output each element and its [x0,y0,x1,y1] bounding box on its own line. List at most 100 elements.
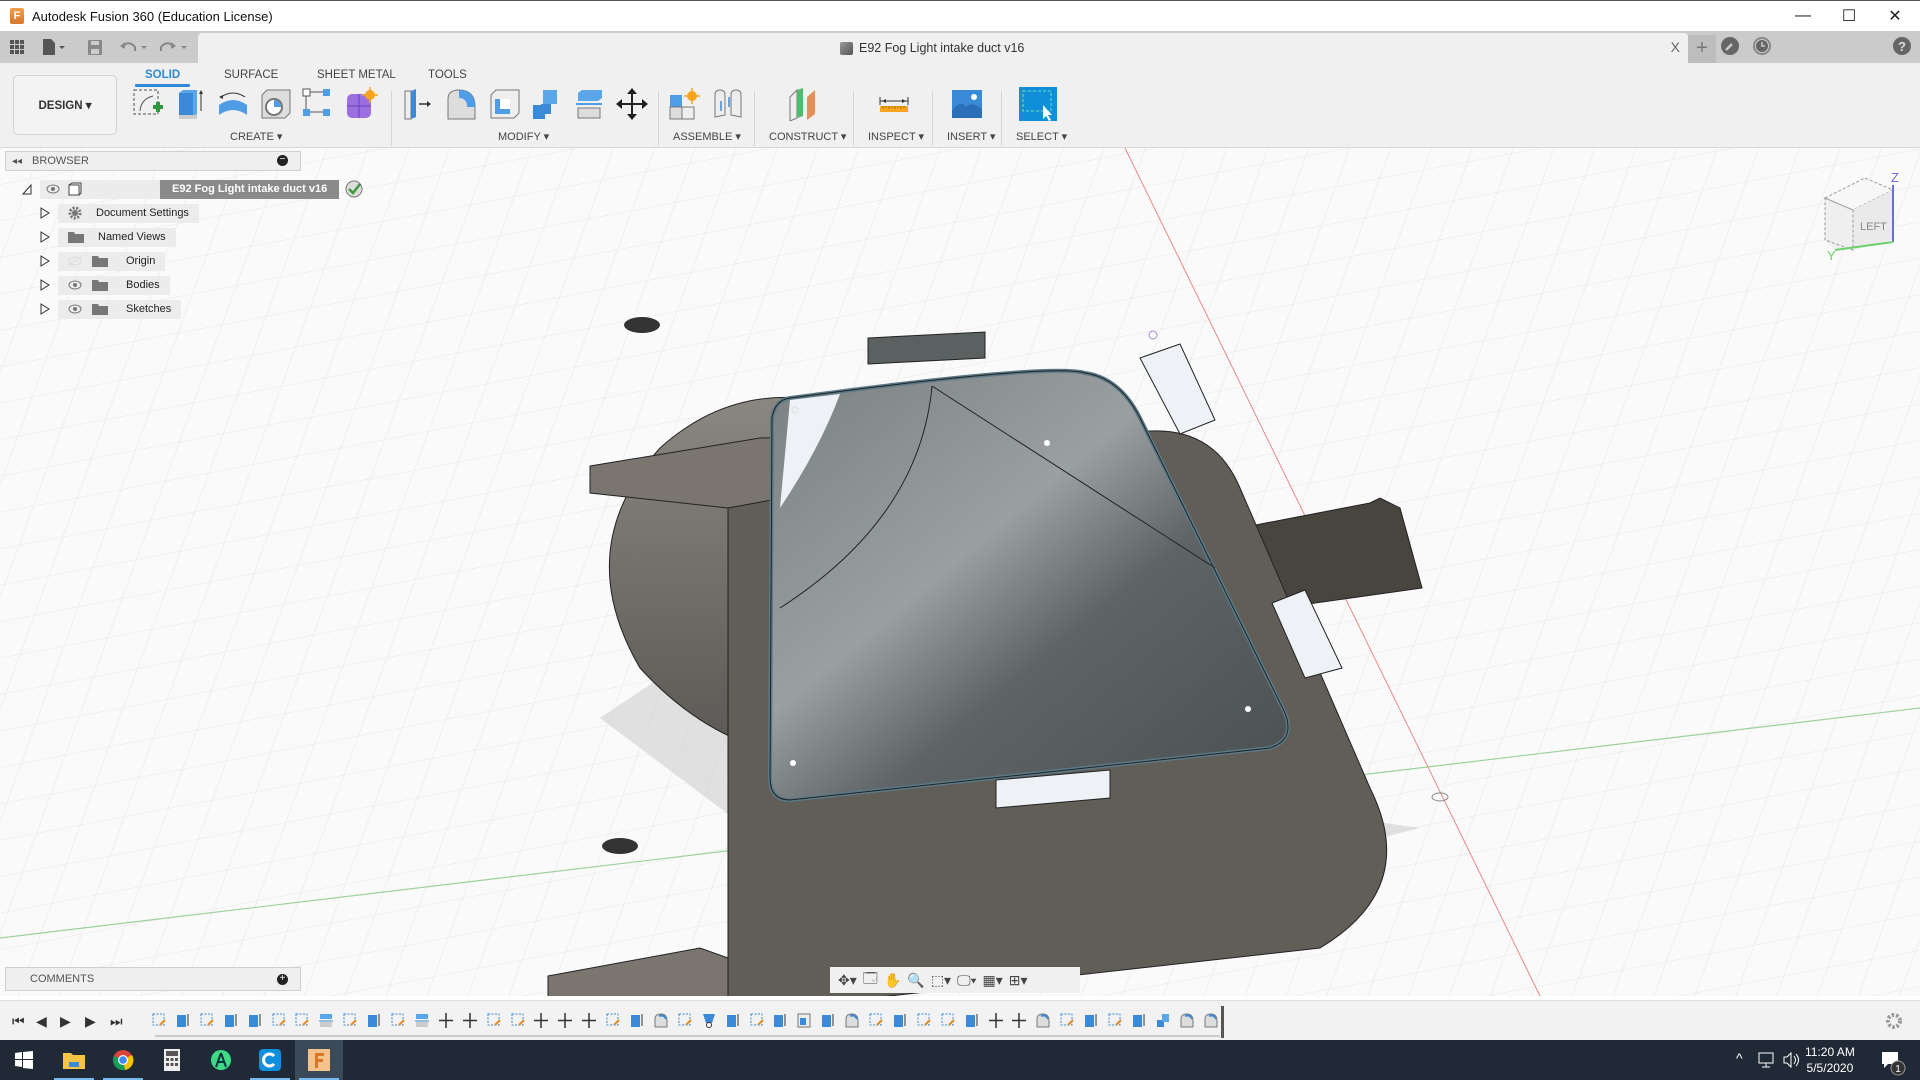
hole-icon[interactable] [259,87,293,121]
eye-icon[interactable] [68,304,82,314]
press-pull-icon[interactable] [402,87,436,121]
tab-surface[interactable]: SURFACE [224,69,278,81]
create-form-icon[interactable] [344,87,378,121]
taskbar-android-studio[interactable] [197,1040,245,1080]
timeline-feature-sketch-icon[interactable] [1060,1013,1074,1028]
insert-image-icon[interactable] [950,87,984,121]
timeline-feature-extrude-icon[interactable] [1084,1013,1098,1028]
measure-icon[interactable] [877,87,911,121]
timeline-feature-sketch-icon[interactable] [152,1013,166,1028]
zoom-icon[interactable]: 🔍 [907,972,924,989]
viewports-icon[interactable]: ⊞▾ [1009,972,1028,989]
timeline-feature-extrude-icon[interactable] [1132,1013,1146,1028]
expand-triangle-icon[interactable] [40,231,50,243]
timeline-play-button[interactable]: ▶ [60,1013,71,1030]
browser-root[interactable]: E92 Fog Light intake duct v16 [22,179,363,199]
offset-plane-icon[interactable] [787,87,821,121]
timeline-feature-extrude-icon[interactable] [821,1013,835,1028]
workspace-switcher[interactable]: DESIGN ▾ [13,75,117,135]
expand-triangle-icon[interactable] [40,255,50,267]
timeline-feature-extrude-icon[interactable] [893,1013,907,1028]
timeline-feature-move-icon[interactable] [582,1013,597,1028]
eye-icon[interactable] [68,280,82,290]
assemble-menu[interactable]: ASSEMBLE ▾ [673,130,741,143]
timeline-feature-sketch-icon[interactable] [869,1013,883,1028]
add-comment-icon[interactable]: + [277,974,288,985]
pan-hand-icon[interactable]: ✋ [884,972,901,989]
sketch-point[interactable] [790,760,796,766]
timeline-feature-extrude-icon[interactable] [248,1013,262,1028]
revolve-icon[interactable] [216,87,250,121]
browser-item-named-views[interactable]: Named Views [40,227,176,247]
expand-triangle-icon[interactable] [40,207,50,219]
new-component-icon[interactable] [668,87,702,121]
notifications-icon[interactable]: 1 [1880,1050,1906,1076]
taskbar-chrome[interactable] [99,1040,147,1080]
timeline-next-button[interactable]: ▶ [85,1013,96,1030]
new-tab-button[interactable]: + [1688,35,1716,63]
timeline-settings-gear-icon[interactable] [1885,1012,1903,1030]
eye-hidden-icon[interactable] [68,256,82,266]
timeline-feature-fillet-icon[interactable] [654,1013,668,1028]
tab-tools[interactable]: TOOLS [428,69,467,81]
timeline-first-button[interactable]: ⏮ [12,1013,25,1030]
timeline-feature-shell-icon[interactable] [797,1013,811,1028]
model-scene[interactable] [0,148,1920,996]
collapse-browser-icon[interactable]: ◂◂ [12,156,22,167]
taskbar-calculator[interactable] [148,1040,196,1080]
create-menu[interactable]: CREATE ▾ [230,130,282,143]
canvas-viewport[interactable] [0,148,1920,996]
browser-item-origin[interactable]: Origin [40,251,166,271]
volume-icon[interactable] [1783,1052,1801,1068]
fillet-icon[interactable] [445,87,479,121]
network-icon[interactable] [1758,1052,1776,1068]
system-clock[interactable]: 11:20 AM 5/5/2020 [1805,1044,1855,1076]
taskbar-fusion-360[interactable] [295,1040,343,1080]
minimize-button[interactable]: — [1780,1,1826,31]
timeline-feature-sketch-icon[interactable] [1108,1013,1122,1028]
sketch-point[interactable] [1245,706,1251,712]
select-menu[interactable]: SELECT ▾ [1016,130,1067,143]
timeline-feature-sketch-icon[interactable] [295,1013,310,1028]
extrude-icon[interactable] [173,87,207,121]
browser-item-document-settings[interactable]: Document Settings [40,203,199,223]
select-icon[interactable] [1019,87,1057,125]
save-button[interactable] [88,37,102,57]
offset-face-icon[interactable] [573,87,607,121]
data-panel-button[interactable] [10,37,24,57]
taskbar-cura[interactable] [246,1040,294,1080]
timeline-feature-move-icon[interactable] [438,1013,453,1028]
timeline-feature-sketch-icon[interactable] [391,1013,405,1028]
display-settings-icon[interactable]: 🖵▾ [957,972,976,989]
expand-triangle-icon[interactable] [22,183,32,195]
construct-menu[interactable]: CONSTRUCT ▾ [769,130,846,143]
timeline-feature-sketch-icon[interactable] [487,1013,501,1028]
look-at-icon[interactable]: 🗔 [863,968,878,992]
fit-window-icon[interactable]: ⬚▾ [931,972,951,989]
timeline-feature-extrude-icon[interactable] [176,1013,190,1028]
help-button[interactable]: ? [1892,36,1912,56]
pattern-icon[interactable] [301,87,335,121]
expand-triangle-icon[interactable] [40,279,50,291]
timeline-feature-extrude-icon[interactable] [224,1013,238,1028]
timeline-feature-move-icon[interactable] [558,1013,573,1028]
timeline-feature-extrude-icon[interactable] [630,1013,644,1028]
timeline-feature-fillet-icon[interactable] [1036,1013,1050,1028]
maximize-button[interactable]: ☐ [1826,1,1872,31]
file-menu-button[interactable] [42,37,66,57]
redo-button[interactable] [160,37,190,57]
modify-menu[interactable]: MODIFY ▾ [498,130,549,143]
timeline-feature-sketch-icon[interactable] [678,1013,692,1028]
undo-button[interactable] [120,37,150,57]
root-component-label[interactable]: E92 Fog Light intake duct v16 [160,179,340,199]
timeline-marker[interactable] [1221,1006,1224,1038]
timeline-feature-sketch-icon[interactable] [917,1013,931,1028]
timeline-last-button[interactable]: ⏭ [110,1013,123,1030]
create-sketch-icon[interactable] [131,87,165,121]
timeline-feature-move-icon[interactable] [534,1013,549,1028]
joint-icon[interactable] [711,87,745,121]
start-button[interactable] [0,1040,48,1080]
timeline-feature-combine-icon[interactable] [1156,1013,1170,1028]
timeline-feature-extrude-icon[interactable] [773,1013,787,1028]
eye-icon[interactable] [46,184,60,194]
